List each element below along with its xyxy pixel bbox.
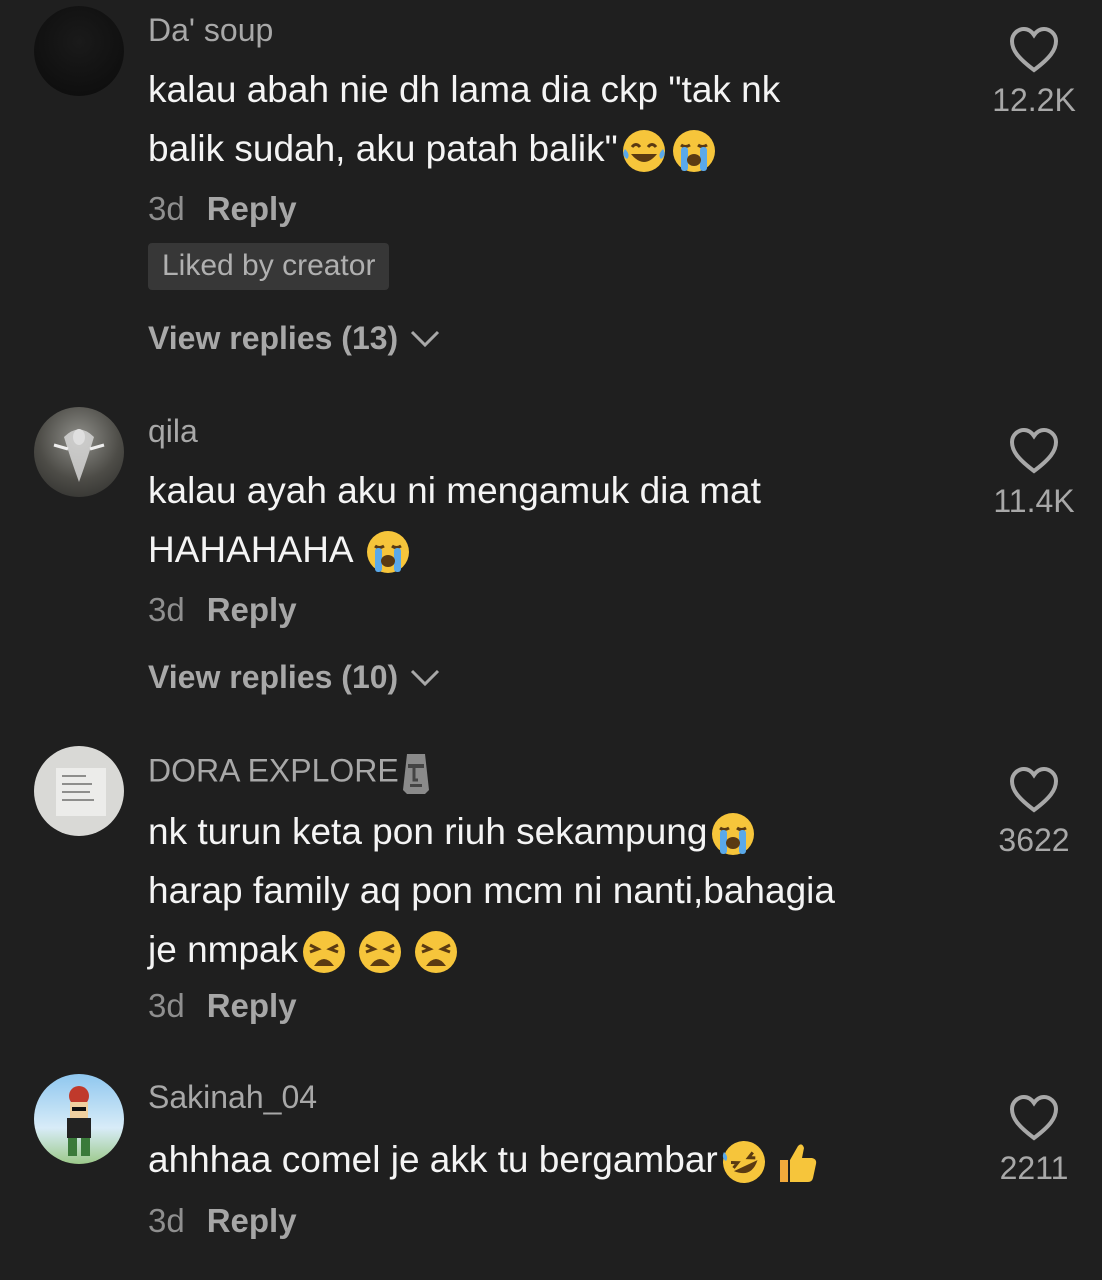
like-button[interactable]: 11.4K <box>984 427 1084 520</box>
moai-emoji <box>402 754 429 794</box>
heart-icon <box>1009 26 1059 73</box>
comment-username[interactable]: Da' soup <box>148 12 273 49</box>
loudly-crying-emoji <box>672 130 715 173</box>
comment-meta: 3d Reply <box>148 987 297 1025</box>
heart-icon <box>1009 766 1059 813</box>
comment-meta: 3d Reply <box>148 1202 297 1240</box>
view-replies-button[interactable]: View replies (10) <box>148 659 440 696</box>
like-count: 2211 <box>999 1150 1069 1186</box>
laughing-crying-emoji <box>622 130 665 173</box>
chevron-down-icon <box>411 330 440 347</box>
comment-text: nk turun keta pon riuh sekampung harap f… <box>148 802 938 979</box>
like-count: 12.2K <box>992 82 1076 118</box>
weary-face-emoji <box>415 931 458 974</box>
weary-face-emoji <box>303 931 346 974</box>
comment-username[interactable]: Sakinah_04 <box>148 1079 317 1116</box>
comment-time: 3d <box>148 1202 185 1239</box>
comment-text-line: nk turun keta pon riuh sekampung <box>148 802 938 861</box>
comment-username[interactable]: DORA EXPLORE <box>148 750 433 796</box>
reply-button[interactable]: Reply <box>207 591 297 628</box>
comment-text: kalau ayah aku ni mengamuk dia mat HAHAH… <box>148 461 938 579</box>
like-button[interactable]: 3622 <box>984 766 1084 859</box>
comment-text-line: harap family aq pon mcm ni nanti,bahagia <box>148 870 835 911</box>
avatar[interactable] <box>34 6 124 96</box>
like-count: 3622 <box>998 822 1070 858</box>
comment-text-line: kalau ayah aku ni mengamuk dia mat <box>148 470 761 511</box>
like-count: 11.4K <box>993 483 1075 519</box>
weary-face-emoji <box>359 931 402 974</box>
comment-text: ahhhaa comel je akk tu bergambar <box>148 1130 938 1189</box>
comment-text: kalau abah nie dh lama dia ckp "tak nk b… <box>148 60 938 178</box>
chevron-down-icon <box>411 669 440 686</box>
comment-time: 3d <box>148 987 185 1024</box>
avatar[interactable] <box>34 1074 124 1164</box>
comment-username[interactable]: qila <box>148 413 198 450</box>
comment-text-line: je nmpak <box>148 920 938 979</box>
liked-by-creator-badge: Liked by creator <box>148 243 390 290</box>
reply-button[interactable]: Reply <box>207 1202 297 1239</box>
heart-icon <box>1009 427 1059 474</box>
comment-meta: 3d Reply <box>148 190 297 228</box>
thumbs-up-emoji <box>779 1144 816 1183</box>
comment-text-line: ahhhaa comel je akk tu bergambar <box>148 1130 938 1189</box>
comment-time: 3d <box>148 591 185 628</box>
avatar[interactable] <box>34 407 124 497</box>
view-replies-button[interactable]: View replies (13) <box>148 320 440 357</box>
heart-icon <box>1009 1094 1059 1141</box>
reply-button[interactable]: Reply <box>207 190 297 227</box>
avatar[interactable] <box>34 746 124 836</box>
comment-text-line: balik sudah, aku patah balik" <box>148 119 938 178</box>
like-button[interactable]: 12.2K <box>984 26 1084 119</box>
comment-time: 3d <box>148 190 185 227</box>
loudly-crying-emoji <box>366 531 409 574</box>
like-button[interactable]: 2211 <box>984 1094 1084 1187</box>
comment-text-line: kalau abah nie dh lama dia ckp "tak nk <box>148 69 781 110</box>
comment-text-line: HAHAHAHA <box>148 520 938 579</box>
rolling-on-floor-laughing-emoji <box>722 1141 765 1184</box>
loudly-crying-emoji <box>712 813 755 856</box>
comment-meta: 3d Reply <box>148 591 297 629</box>
reply-button[interactable]: Reply <box>207 987 297 1024</box>
